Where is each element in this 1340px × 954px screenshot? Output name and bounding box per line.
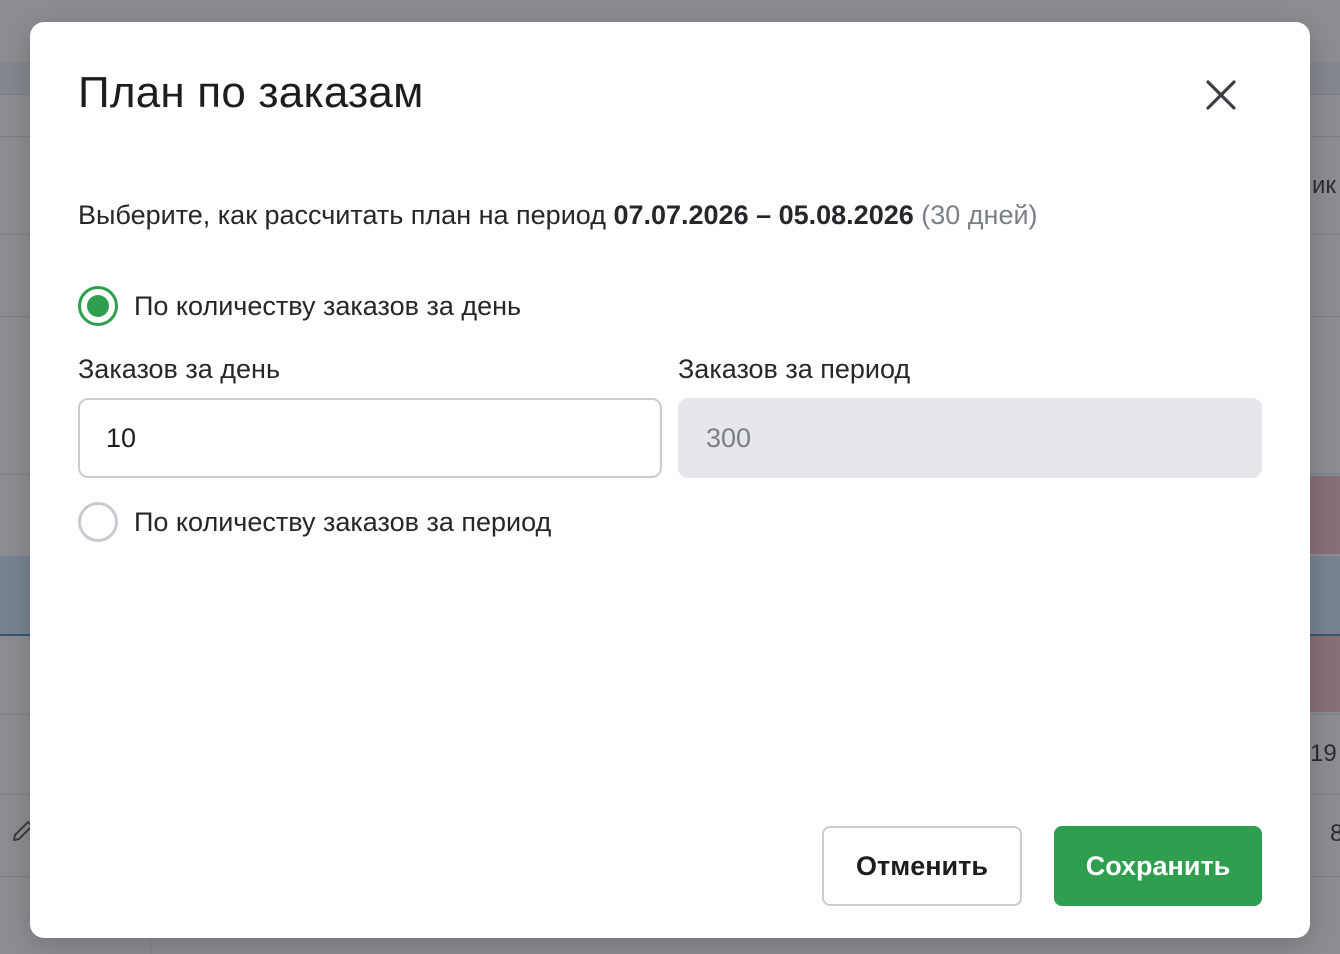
save-button[interactable]: Сохранить: [1054, 826, 1262, 906]
cancel-button[interactable]: Отменить: [822, 826, 1022, 906]
radio-label-per-day: По количеству заказов за день: [134, 290, 522, 321]
per-period-label: Заказов за период: [678, 354, 911, 384]
radio-option-per-period[interactable]: По количеству заказов за период: [78, 502, 551, 542]
radio-unchecked-icon[interactable]: [78, 502, 118, 542]
radio-option-per-day[interactable]: По количеству заказов за день: [78, 286, 521, 326]
period-days-count: (30 дней): [913, 200, 1038, 230]
radio-dot: [87, 295, 109, 317]
close-icon: [1206, 80, 1236, 110]
per-day-label: Заказов за день: [78, 354, 281, 384]
radio-label-per-period: По количеству заказов за период: [134, 506, 552, 537]
radio-checked-icon[interactable]: [78, 286, 118, 326]
order-plan-dialog: План по заказам Выберите, как рассчитать…: [30, 22, 1310, 938]
period-range: 07.07.2026 – 05.08.2026: [613, 200, 914, 230]
dialog-title: План по заказам: [78, 68, 424, 117]
close-button[interactable]: [1198, 72, 1244, 118]
description-text: Выберите, как рассчитать план на период: [78, 200, 614, 230]
orders-per-day-input[interactable]: [78, 398, 662, 478]
period-description: Выберите, как рассчитать план на период …: [78, 200, 1038, 231]
orders-per-period-input: [678, 398, 1262, 478]
